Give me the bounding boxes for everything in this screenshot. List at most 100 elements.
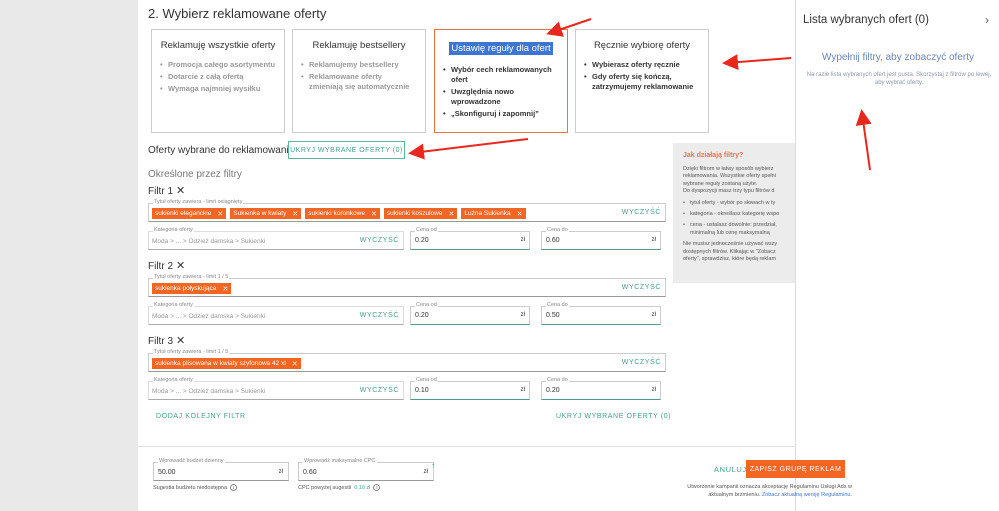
help-bullet: cena - ustalasz dowolnie: przedział, min… xyxy=(683,222,785,237)
card-bullet: Dotarcie z całą ofertą xyxy=(160,72,276,82)
close-icon[interactable]: ✕ xyxy=(176,260,185,272)
cpc-suggestion: 0,10 zł xyxy=(354,484,371,491)
tag-text: sukienki koronkowe xyxy=(308,210,365,217)
clear-button[interactable]: WYCZYŚĆ xyxy=(360,387,399,394)
max-cpc-input[interactable]: Wprowadź maksymalne CPC 0.60 zł xyxy=(298,458,434,481)
add-filter-button[interactable]: DODAJ KOLEJNY FILTR xyxy=(156,413,246,420)
section-title: 2. Wybierz reklamowane oferty xyxy=(148,6,327,21)
filter-3-title-field[interactable]: Tytuł oferty zawiera - limit 1 / 5 sukie… xyxy=(148,349,666,372)
option-card-rules[interactable]: Ustawię reguły dla ofert Wybór cech rekl… xyxy=(434,29,568,133)
category-placeholder: Moda > ... > Odzież damska > Sukienki xyxy=(152,238,266,245)
help-line: Do dyspozycji masz trzy typu filtrów d xyxy=(683,188,775,195)
currency: zł xyxy=(423,469,428,475)
close-icon[interactable]: ✕ xyxy=(448,210,454,218)
save-ad-group-button[interactable]: ZAPISZ GRUPĘ REKLAM xyxy=(746,460,845,478)
cpc-value: 0.60 xyxy=(303,469,317,476)
filter-3-title: Filtr 3 ✕ xyxy=(148,334,185,347)
clear-button[interactable]: WYCZYŚĆ xyxy=(360,237,399,244)
help-line: Dzięki filtrom w łatwy sposób wybierz xyxy=(683,166,774,172)
terms-line: Utworzenie kampanii oznacza akceptację R… xyxy=(687,484,852,490)
filter-2-title: Filtr 2 ✕ xyxy=(148,259,185,272)
tag-text: sukienka połyskująca xyxy=(155,285,217,292)
card-bullet: Wybór cech reklamowanych ofert xyxy=(443,65,559,85)
close-icon[interactable]: ✕ xyxy=(176,185,185,197)
card-title: Reklamuję wszystkie oferty xyxy=(160,40,276,51)
close-icon[interactable]: ✕ xyxy=(292,360,298,368)
close-icon[interactable]: ✕ xyxy=(371,210,377,218)
terms-line: aktualnym brzmieniu. Zobacz aktualną wer… xyxy=(674,491,852,499)
card-title: Ręcznie wybiorę oferty xyxy=(593,40,691,51)
filter-2-category-field[interactable]: Kategoria oferty Moda > ... > Odzież dam… xyxy=(148,302,404,325)
filter-3-category-field[interactable]: Kategoria oferty Moda > ... > Odzież dam… xyxy=(148,377,404,400)
category-placeholder: Moda > ... > Odzież damska > Sukienki xyxy=(152,313,266,320)
option-card-manual[interactable]: Ręcznie wybiorę oferty Wybierasz oferty … xyxy=(575,29,709,133)
close-icon[interactable]: ✕ xyxy=(222,285,228,293)
cpc-note: CPC powyżej sugestii 0,10 zł i xyxy=(298,484,381,491)
help-line: oferty", sprawdzisz, które będą reklam xyxy=(683,256,777,263)
filter-1-category-field[interactable]: Kategoria oferty Moda > ... > Odzież dam… xyxy=(148,227,404,250)
help-title: Jak działają filtry? xyxy=(683,152,744,159)
field-label: Cena od xyxy=(415,302,438,308)
close-icon[interactable]: ✕ xyxy=(217,210,223,218)
close-icon[interactable]: ✕ xyxy=(517,210,523,218)
budget-value: 50.00 xyxy=(158,469,176,476)
help-box: Jak działają filtry? Dzięki filtrom w ła… xyxy=(673,143,795,283)
close-icon[interactable]: ✕ xyxy=(292,210,298,218)
field-label: Kategoria oferty xyxy=(153,302,194,308)
currency: zł xyxy=(520,312,525,318)
price-value: 0.50 xyxy=(546,312,560,319)
note-text: CPC powyżej sugestii xyxy=(298,484,352,491)
price-value: 0.20 xyxy=(415,312,429,319)
filter-2-price-from[interactable]: Cena od 0.20 zł xyxy=(410,302,530,325)
empty-state-text: Na razie lista wybranych ofert jest pust… xyxy=(806,72,992,86)
card-title: Reklamuję bestsellery xyxy=(312,40,406,51)
clear-button[interactable]: WYCZYŚĆ xyxy=(622,359,661,366)
card-bullet: Wybierasz oferty ręcznie xyxy=(584,60,700,70)
chevron-right-icon[interactable]: › xyxy=(985,13,989,27)
defined-by-filters-label: Określone przez filtry xyxy=(148,169,242,180)
note-text: Sugestia budżetu niedostępna xyxy=(153,484,228,491)
cancel-button[interactable]: ANULUJ xyxy=(714,465,747,474)
close-icon[interactable]: ✕ xyxy=(176,335,185,347)
field-label: Cena od xyxy=(415,227,438,233)
field-label: Tytuł oferty zawiera - limit 1 / 5 xyxy=(153,274,230,280)
hide-selected-offers-button-bottom[interactable]: UKRYJ WYBRANE OFERTY (0) xyxy=(556,413,671,420)
hide-selected-offers-button[interactable]: UKRYJ WYBRANE OFERTY (0) xyxy=(288,141,405,159)
field-label: Cena do xyxy=(546,227,569,233)
field-label: Tytuł oferty zawiera - limit osiągnięty xyxy=(153,199,244,205)
filter-1-price-to[interactable]: Cena do 0.60 zł xyxy=(541,227,661,250)
empty-state-title: Wypełnij filtry, aby zobaczyć oferty xyxy=(822,52,974,63)
filter-title-text: Filtr 1 xyxy=(148,186,173,197)
filter-2-title-field[interactable]: Tytuł oferty zawiera - limit 1 / 5 sukie… xyxy=(148,274,666,297)
help-line: cena - ustalasz dowolnie: przedział, xyxy=(690,222,777,229)
category-placeholder: Moda > ... > Odzież damska > Sukienki xyxy=(152,388,266,395)
option-card-all-offers[interactable]: Reklamuję wszystkie oferty Promocja całe… xyxy=(151,29,285,133)
terms-text: Utworzenie kampanii oznacza akceptację R… xyxy=(674,483,852,499)
info-icon[interactable]: i xyxy=(373,484,381,491)
filter-1-title: Filtr 1 ✕ xyxy=(148,184,185,197)
field-label: Cena od xyxy=(415,377,438,383)
tag-text: Sukienka w kwiaty xyxy=(233,210,287,217)
currency: zł xyxy=(520,387,525,393)
filter-2-price-to[interactable]: Cena do 0.50 zł xyxy=(541,302,661,325)
help-line: Nie musisz jednocześnie używać wszy xyxy=(683,241,778,248)
option-card-bestsellers[interactable]: Reklamuję bestsellery Reklamujemy bestse… xyxy=(292,29,426,133)
filter-1-title-field[interactable]: Tytuł oferty zawiera - limit osiągnięty … xyxy=(148,199,666,222)
tag-text: Luźna Sukienka xyxy=(464,210,511,217)
filter-3-price-to[interactable]: Cena do 0.20 zł xyxy=(541,377,661,400)
daily-budget-input[interactable]: Wprowadź budżet dzienny 50.00 zł xyxy=(153,458,289,481)
card-bullet: Promocja całego asortymentu xyxy=(160,60,276,70)
clear-button[interactable]: WYCZYŚĆ xyxy=(622,284,661,291)
clear-button[interactable]: WYCZYŚĆ xyxy=(622,209,661,216)
terms-link[interactable]: Zobacz aktualną wersję Regulaminu. xyxy=(762,492,852,498)
help-bullet: tytuł oferty - wybór po słowach w ty xyxy=(683,200,785,208)
card-bullet: Uwzględnia nowo wprowadzone xyxy=(443,87,559,107)
clear-button[interactable]: WYCZYŚĆ xyxy=(360,312,399,319)
price-value: 0.10 xyxy=(415,387,429,394)
terms-prefix: aktualnym brzmieniu. xyxy=(708,492,761,498)
selected-offers-panel: Lista wybranych ofert (0) › Wypełnij fil… xyxy=(795,0,999,511)
filter-3-price-from[interactable]: Cena od 0.10 zł xyxy=(410,377,530,400)
filter-1-price-from[interactable]: Cena od 0.20 zł xyxy=(410,227,530,250)
keyword-tag: sukienki koszulowe ✕ xyxy=(383,208,458,219)
info-icon[interactable]: i xyxy=(230,484,238,491)
